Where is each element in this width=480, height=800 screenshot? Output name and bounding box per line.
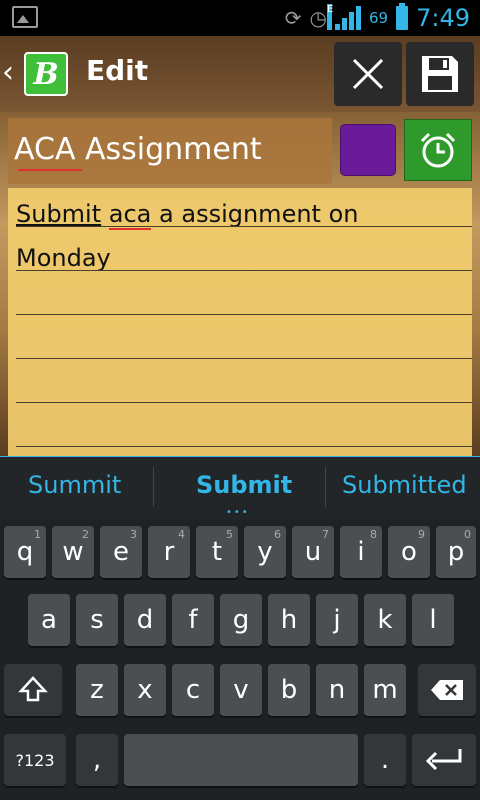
period-key[interactable]: . xyxy=(364,734,406,786)
key-y[interactable]: y6 xyxy=(244,526,286,578)
key-p[interactable]: p0 xyxy=(436,526,476,578)
rotate-icon: ⟳ xyxy=(284,6,302,30)
key-h[interactable]: h xyxy=(268,594,310,646)
comma-key[interactable]: , xyxy=(76,734,118,786)
clock: 7:49 xyxy=(416,4,470,32)
more-dots: ••• xyxy=(226,507,250,518)
key-r[interactable]: r4 xyxy=(148,526,190,578)
key-o[interactable]: o9 xyxy=(388,526,430,578)
key-d[interactable]: d xyxy=(124,594,166,646)
action-bar: ‹ B Edit xyxy=(0,36,480,112)
alarm-status-icon: ◷ xyxy=(309,6,327,30)
key-s[interactable]: s xyxy=(76,594,118,646)
enter-icon xyxy=(425,749,462,771)
shift-key[interactable] xyxy=(4,664,62,716)
battery-level: 69 xyxy=(369,9,389,27)
suggestion-mid[interactable]: Submit xyxy=(196,471,292,499)
key-e[interactable]: e3 xyxy=(100,526,142,578)
note-body-textarea[interactable]: Submit aca a assignment on Monday xyxy=(8,188,472,456)
divider xyxy=(325,467,326,507)
note-line-2: Monday xyxy=(16,244,111,272)
backspace-icon xyxy=(431,680,463,700)
ruled-line xyxy=(16,446,472,447)
key-n[interactable]: n xyxy=(316,664,358,716)
key-l[interactable]: l xyxy=(412,594,454,646)
key-b[interactable]: b xyxy=(268,664,310,716)
key-v[interactable]: v xyxy=(220,664,262,716)
suggestion-right[interactable]: Submitted xyxy=(342,471,467,499)
floppy-icon xyxy=(422,56,458,92)
key-w[interactable]: w2 xyxy=(52,526,94,578)
soft-keyboard: q1 w2 e3 r4 t5 y6 u7 i8 o9 p0 a s d f g … xyxy=(0,520,480,800)
suggestion-left[interactable]: Summit xyxy=(28,471,121,499)
save-button[interactable] xyxy=(406,42,474,106)
alarm-clock-icon xyxy=(420,132,456,168)
network-type: E xyxy=(327,4,333,30)
page-title: Edit xyxy=(86,54,149,87)
alarm-button[interactable] xyxy=(404,119,472,181)
color-picker-button[interactable] xyxy=(340,124,396,176)
ruled-line xyxy=(16,226,472,227)
divider xyxy=(153,467,154,507)
note-line-1: Submit aca a assignment on xyxy=(16,200,359,230)
signal-icon: E xyxy=(327,4,361,30)
back-icon[interactable]: ‹ xyxy=(2,58,14,88)
shift-icon xyxy=(18,676,48,702)
close-icon xyxy=(352,58,384,90)
word-submit: Submit xyxy=(16,200,102,228)
app-logo[interactable]: B xyxy=(24,52,68,96)
key-k[interactable]: k xyxy=(364,594,406,646)
key-q[interactable]: q1 xyxy=(4,526,46,578)
key-j[interactable]: j xyxy=(316,594,358,646)
key-g[interactable]: g xyxy=(220,594,262,646)
status-bar: ⟳ ◷ E 69 7:49 xyxy=(0,0,480,36)
key-u[interactable]: u7 xyxy=(292,526,334,578)
key-f[interactable]: f xyxy=(172,594,214,646)
ruled-line xyxy=(16,270,472,271)
key-x[interactable]: x xyxy=(124,664,166,716)
title-text: ACA Assignment xyxy=(14,132,262,167)
discard-button[interactable] xyxy=(334,42,402,106)
key-c[interactable]: c xyxy=(172,664,214,716)
suggestion-strip: Summit Submit ••• Submitted xyxy=(0,456,480,520)
delete-key[interactable] xyxy=(418,664,476,716)
battery-icon xyxy=(396,3,409,30)
ruled-line xyxy=(16,358,472,359)
ruled-line xyxy=(16,314,472,315)
title-input[interactable]: ACA Assignment xyxy=(8,118,332,184)
key-t[interactable]: t5 xyxy=(196,526,238,578)
space-key[interactable] xyxy=(124,734,358,786)
key-i[interactable]: i8 xyxy=(340,526,382,578)
spellcheck-underline xyxy=(18,169,82,171)
line-1-rest: a assignment on xyxy=(151,200,359,228)
enter-key[interactable] xyxy=(412,734,476,786)
symbols-key[interactable]: ?123 xyxy=(4,734,66,786)
key-z[interactable]: z xyxy=(76,664,118,716)
gallery-icon xyxy=(12,6,38,28)
key-m[interactable]: m xyxy=(364,664,406,716)
ruled-line xyxy=(16,402,472,403)
key-a[interactable]: a xyxy=(28,594,70,646)
